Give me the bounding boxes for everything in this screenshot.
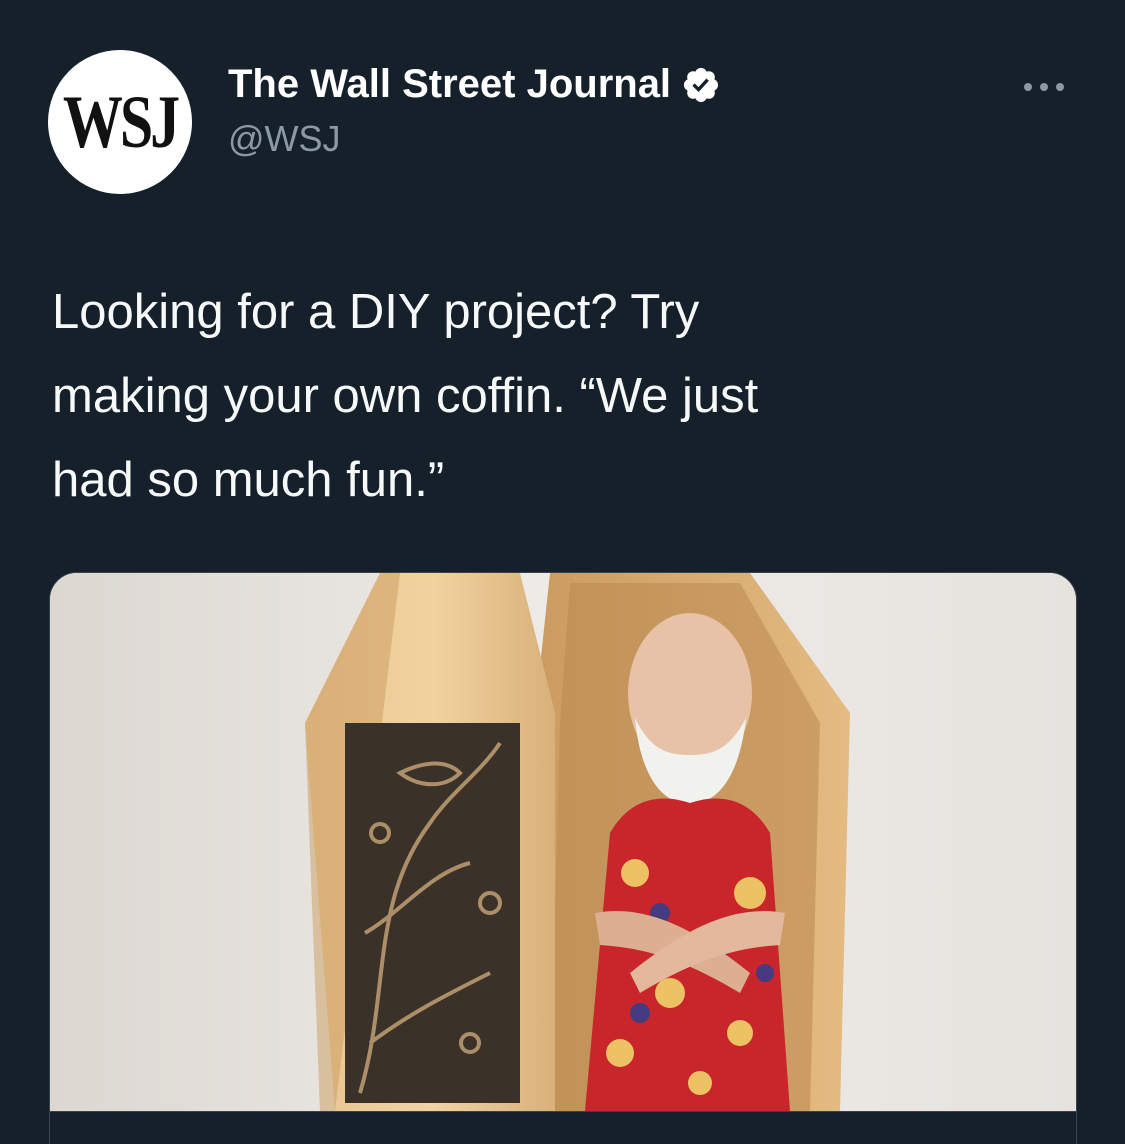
display-name[interactable]: The Wall Street Journal (228, 62, 671, 107)
more-options-icon (1024, 83, 1032, 91)
author-name-row: The Wall Street Journal (228, 62, 721, 107)
avatar[interactable]: WSJ (48, 50, 192, 194)
tweet: WSJ The Wall Street Journal @WSJ Looking… (0, 0, 1125, 1144)
media-card-footer (50, 1111, 1076, 1144)
verified-badge-icon (683, 67, 719, 102)
media-photo[interactable] (50, 573, 1077, 1111)
more-options-button[interactable] (1024, 72, 1084, 102)
tweet-media-card[interactable] (49, 572, 1077, 1144)
user-handle[interactable]: @WSJ (228, 118, 341, 160)
avatar-logo-text: WSJ (62, 80, 180, 163)
more-options-icon-dot (1040, 83, 1048, 91)
more-options-icon-dot (1056, 83, 1064, 91)
tweet-text: Looking for a DIY project? Try making yo… (52, 285, 759, 507)
